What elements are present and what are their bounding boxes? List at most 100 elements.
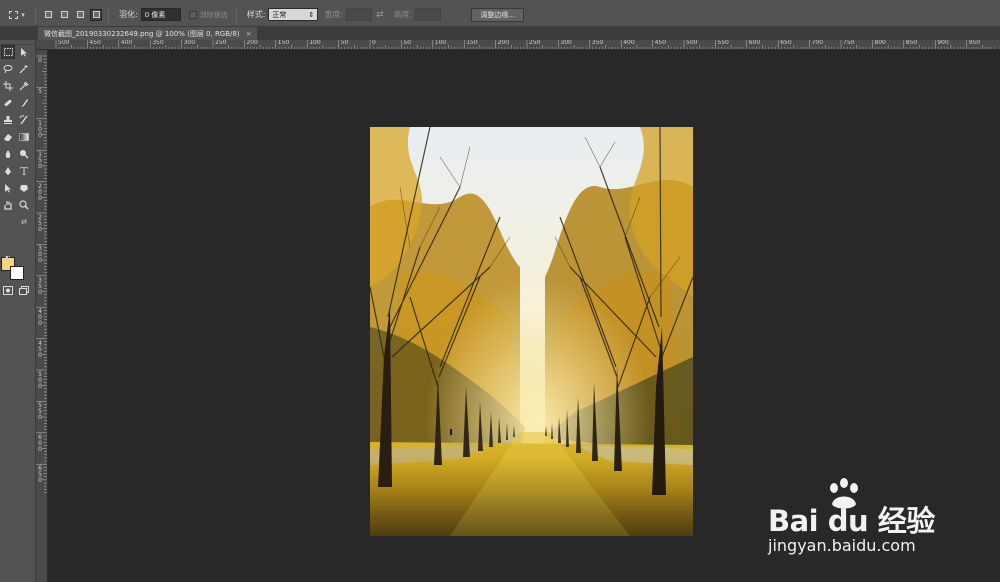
pen-icon[interactable] <box>1 164 15 178</box>
lasso-icon[interactable] <box>1 62 15 76</box>
ruler-label: 400 <box>623 40 635 46</box>
ruler-label: 550 <box>38 402 42 422</box>
default-colors-icon[interactable]: ◧ <box>1 251 15 265</box>
ruler-label: 350 <box>591 40 604 46</box>
type-icon[interactable]: T <box>17 164 31 178</box>
ruler-label: 450 <box>89 40 101 46</box>
brush-icon[interactable] <box>17 96 31 110</box>
marquee-icon <box>9 10 19 19</box>
ruler-label: 150 <box>466 40 478 46</box>
feather-input[interactable]: 0 像素 <box>140 8 181 21</box>
ruler-label: 600 <box>38 433 42 453</box>
chevron-down-icon: ▾ <box>21 10 25 19</box>
history-brush-icon[interactable] <box>17 113 31 127</box>
ruler-label: 200 <box>497 40 510 46</box>
antialias-checkbox[interactable] <box>188 10 197 19</box>
feather-label: 羽化: <box>119 10 138 19</box>
intersect-selection-button[interactable] <box>90 8 102 21</box>
ruler-label: 0 <box>38 57 42 64</box>
add-to-selection-button[interactable] <box>58 9 70 21</box>
width-input[interactable] <box>346 8 373 21</box>
blur-icon[interactable] <box>1 147 15 161</box>
ruler-label: 150 <box>277 40 290 46</box>
ruler-label: 200 <box>38 182 42 202</box>
healing-brush-icon[interactable] <box>1 96 15 110</box>
ruler-label: 800 <box>874 40 886 46</box>
hand-icon[interactable] <box>1 198 15 212</box>
dodge-icon[interactable] <box>17 147 31 161</box>
swap-icon[interactable]: ⇄ <box>376 10 384 20</box>
swap-colors-icon[interactable]: ⇄ <box>17 215 31 229</box>
move-icon[interactable] <box>17 45 31 59</box>
eyedropper-icon[interactable] <box>17 79 31 93</box>
style-label: 样式: <box>246 10 266 19</box>
ruler-label: 50 <box>340 40 349 46</box>
ruler-label: 350 <box>38 276 42 296</box>
ruler-label: 300 <box>560 40 572 46</box>
ruler-label: 100 <box>38 119 42 139</box>
width-label: 宽度: <box>324 10 344 19</box>
close-icon[interactable]: × <box>246 30 252 38</box>
ruler-label: 250 <box>529 40 541 46</box>
vertical-ruler[interactable]: 0 5 100 150 200 250 300 350 400 450 500 550 600 650 <box>36 50 48 582</box>
subtract-from-selection-button[interactable] <box>74 9 86 21</box>
ruler-label: 5 <box>38 88 42 96</box>
ruler-label: 500 <box>58 40 70 46</box>
ruler-label: 850 <box>905 40 918 46</box>
chevron-down-icon: ⇕ <box>308 10 315 19</box>
ruler-label: 400 <box>38 308 42 328</box>
divider <box>108 5 109 24</box>
height-label: 高度: <box>393 10 413 19</box>
ruler-label: 100 <box>434 40 447 46</box>
ruler-label: 200 <box>246 40 258 46</box>
document-tab[interactable]: 微信截图_20190330232649.png @ 100% (图层 0, RG… <box>38 27 258 40</box>
ruler-label: 300 <box>183 40 196 46</box>
gradient-icon[interactable] <box>17 130 31 144</box>
ruler-label: 100 <box>309 40 321 46</box>
ruler-label: 750 <box>843 40 855 46</box>
new-selection-button[interactable] <box>42 9 54 21</box>
ruler-label: 500 <box>686 40 698 46</box>
ruler-label: 0 <box>372 40 376 46</box>
ruler-label: 350 <box>152 40 164 46</box>
crop-icon[interactable] <box>1 79 15 93</box>
ruler-label: 700 <box>811 40 824 46</box>
ruler-label: 400 <box>120 40 133 46</box>
horizontal-ruler[interactable]: 500 450 400 350 300 250 200 150 100 50 0 50 100 150 20… <box>36 40 1000 50</box>
document-tab-bar: 微信截图_20190330232649.png @ 100% (图层 0, RG… <box>0 26 1000 40</box>
ruler-label: 550 <box>717 40 729 46</box>
toolbox: T ⇄ ◧ <box>0 40 36 582</box>
divider <box>35 5 36 24</box>
ruler-label: 900 <box>937 40 949 46</box>
background-color-swatch[interactable] <box>10 266 24 280</box>
watermark-brand: Bai du 经验 <box>768 504 935 538</box>
document-tab-title: 微信截图_20190330232649.png @ 100% (图层 0, RG… <box>44 29 240 38</box>
ruler-label: 650 <box>38 465 42 485</box>
ruler-label: 250 <box>215 40 227 46</box>
ruler-label: 600 <box>748 40 761 46</box>
height-input[interactable] <box>415 8 442 21</box>
refine-edge-button[interactable]: 调整边缘... <box>471 7 525 22</box>
divider <box>235 5 237 24</box>
zoom-icon[interactable] <box>17 198 31 212</box>
ruler-label: 950 <box>968 40 981 46</box>
quick-mask-icon[interactable] <box>1 283 15 297</box>
style-select[interactable]: 正常 ⇕ <box>268 8 319 21</box>
clone-stamp-icon[interactable] <box>1 113 15 127</box>
watermark-url: jingyan.baidu.com <box>768 536 916 555</box>
shape-icon[interactable] <box>17 181 31 195</box>
style-select-value: 正常 <box>272 10 287 19</box>
ruler-label: 450 <box>38 339 42 359</box>
ruler-label: 150 <box>38 151 42 171</box>
ruler-label: 50 <box>403 40 412 46</box>
antialias-label: 消除锯齿 <box>199 10 228 19</box>
eraser-icon[interactable] <box>1 130 15 144</box>
screen-mode-icon[interactable] <box>17 283 31 297</box>
document-image[interactable] <box>370 127 693 536</box>
marquee-icon[interactable] <box>1 45 15 59</box>
path-selection-icon[interactable] <box>1 181 15 195</box>
ruler-label: 500 <box>38 371 42 390</box>
magic-wand-icon[interactable] <box>17 62 31 76</box>
tool-preset-picker[interactable]: ▾ <box>3 4 31 26</box>
ruler-label: 250 <box>38 214 42 233</box>
